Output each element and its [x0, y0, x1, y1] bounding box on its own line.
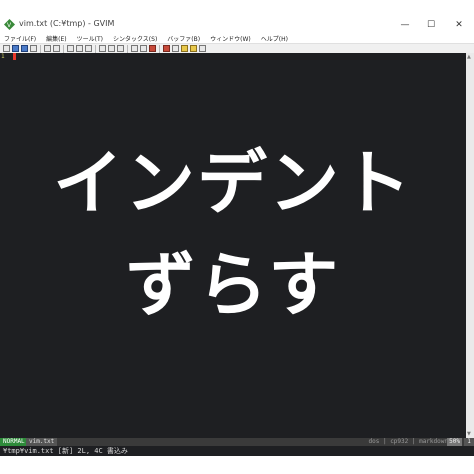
- cut-icon[interactable]: [67, 45, 74, 52]
- text-overlay: インデント ずらす: [0, 53, 466, 438]
- toolbar-separator: [127, 45, 128, 53]
- make-icon[interactable]: [163, 45, 170, 52]
- toolbar-separator: [40, 45, 41, 53]
- tag-icon[interactable]: [181, 45, 188, 52]
- toolbar-separator: [63, 45, 64, 53]
- maximize-button[interactable]: ☐: [418, 18, 444, 32]
- menu-bar: ファイル(F) 編集(E) ツール(T) シンタックス(S) バッファ(B) ウ…: [0, 34, 474, 43]
- menu-edit[interactable]: 編集(E): [46, 34, 66, 43]
- menu-buffers[interactable]: バッファ(B): [167, 34, 200, 43]
- menu-help[interactable]: ヘルプ(H): [261, 34, 288, 43]
- scroll-up-icon[interactable]: ▲: [467, 54, 471, 60]
- status-line: NORMAL vim.txt dos | cp932 | markdown 50…: [0, 438, 474, 446]
- find-help-icon[interactable]: [199, 45, 206, 52]
- minimize-button[interactable]: —: [392, 18, 418, 32]
- toolbar-separator: [159, 45, 160, 53]
- print-icon[interactable]: [30, 45, 37, 52]
- mode-indicator: NORMAL: [0, 438, 28, 446]
- window-title: vim.txt (C:¥tmp) - GVIM: [19, 19, 115, 28]
- load-session-icon[interactable]: [131, 45, 138, 52]
- save-icon[interactable]: [12, 45, 19, 52]
- menu-window[interactable]: ウィンドウ(W): [210, 34, 251, 43]
- save-all-icon[interactable]: [21, 45, 28, 52]
- menu-syntax[interactable]: シンタックス(S): [113, 34, 157, 43]
- find-prev-icon[interactable]: [117, 45, 124, 52]
- find-icon[interactable]: [99, 45, 106, 52]
- menu-file[interactable]: ファイル(F): [4, 34, 36, 43]
- vertical-scrollbar[interactable]: ▲ ▼: [466, 53, 474, 438]
- overlay-text-line2: ずらす: [125, 244, 341, 326]
- menu-tools[interactable]: ツール(T): [77, 34, 103, 43]
- toolbar-separator: [95, 45, 96, 53]
- editor-area[interactable]: 1 インデント ずらす: [0, 53, 466, 438]
- redo-icon[interactable]: [53, 45, 60, 52]
- find-next-icon[interactable]: [108, 45, 115, 52]
- title-bar[interactable]: V vim.txt (C:¥tmp) - GVIM — ☐ ✕: [0, 16, 474, 34]
- status-position: 1: [464, 438, 474, 446]
- status-percent: 50%: [447, 438, 462, 446]
- open-icon[interactable]: [3, 45, 10, 52]
- gvim-window: V vim.txt (C:¥tmp) - GVIM — ☐ ✕ ファイル(F) …: [0, 0, 474, 474]
- undo-icon[interactable]: [44, 45, 51, 52]
- help-icon[interactable]: [190, 45, 197, 52]
- close-button[interactable]: ✕: [446, 18, 472, 32]
- shell-icon[interactable]: [172, 45, 179, 52]
- command-line[interactable]: ¥tmp¥vim.txt [新] 2L, 4C 書込み: [0, 446, 474, 456]
- run-script-icon[interactable]: [149, 45, 156, 52]
- status-file-info: dos | cp932 | markdown: [368, 438, 448, 445]
- paste-icon[interactable]: [85, 45, 92, 52]
- scroll-down-icon[interactable]: ▼: [467, 431, 471, 437]
- save-session-icon[interactable]: [140, 45, 147, 52]
- copy-icon[interactable]: [76, 45, 83, 52]
- overlay-text-line1: インデント: [53, 142, 413, 224]
- status-filename: vim.txt: [26, 438, 58, 446]
- vim-app-icon: V: [4, 19, 15, 30]
